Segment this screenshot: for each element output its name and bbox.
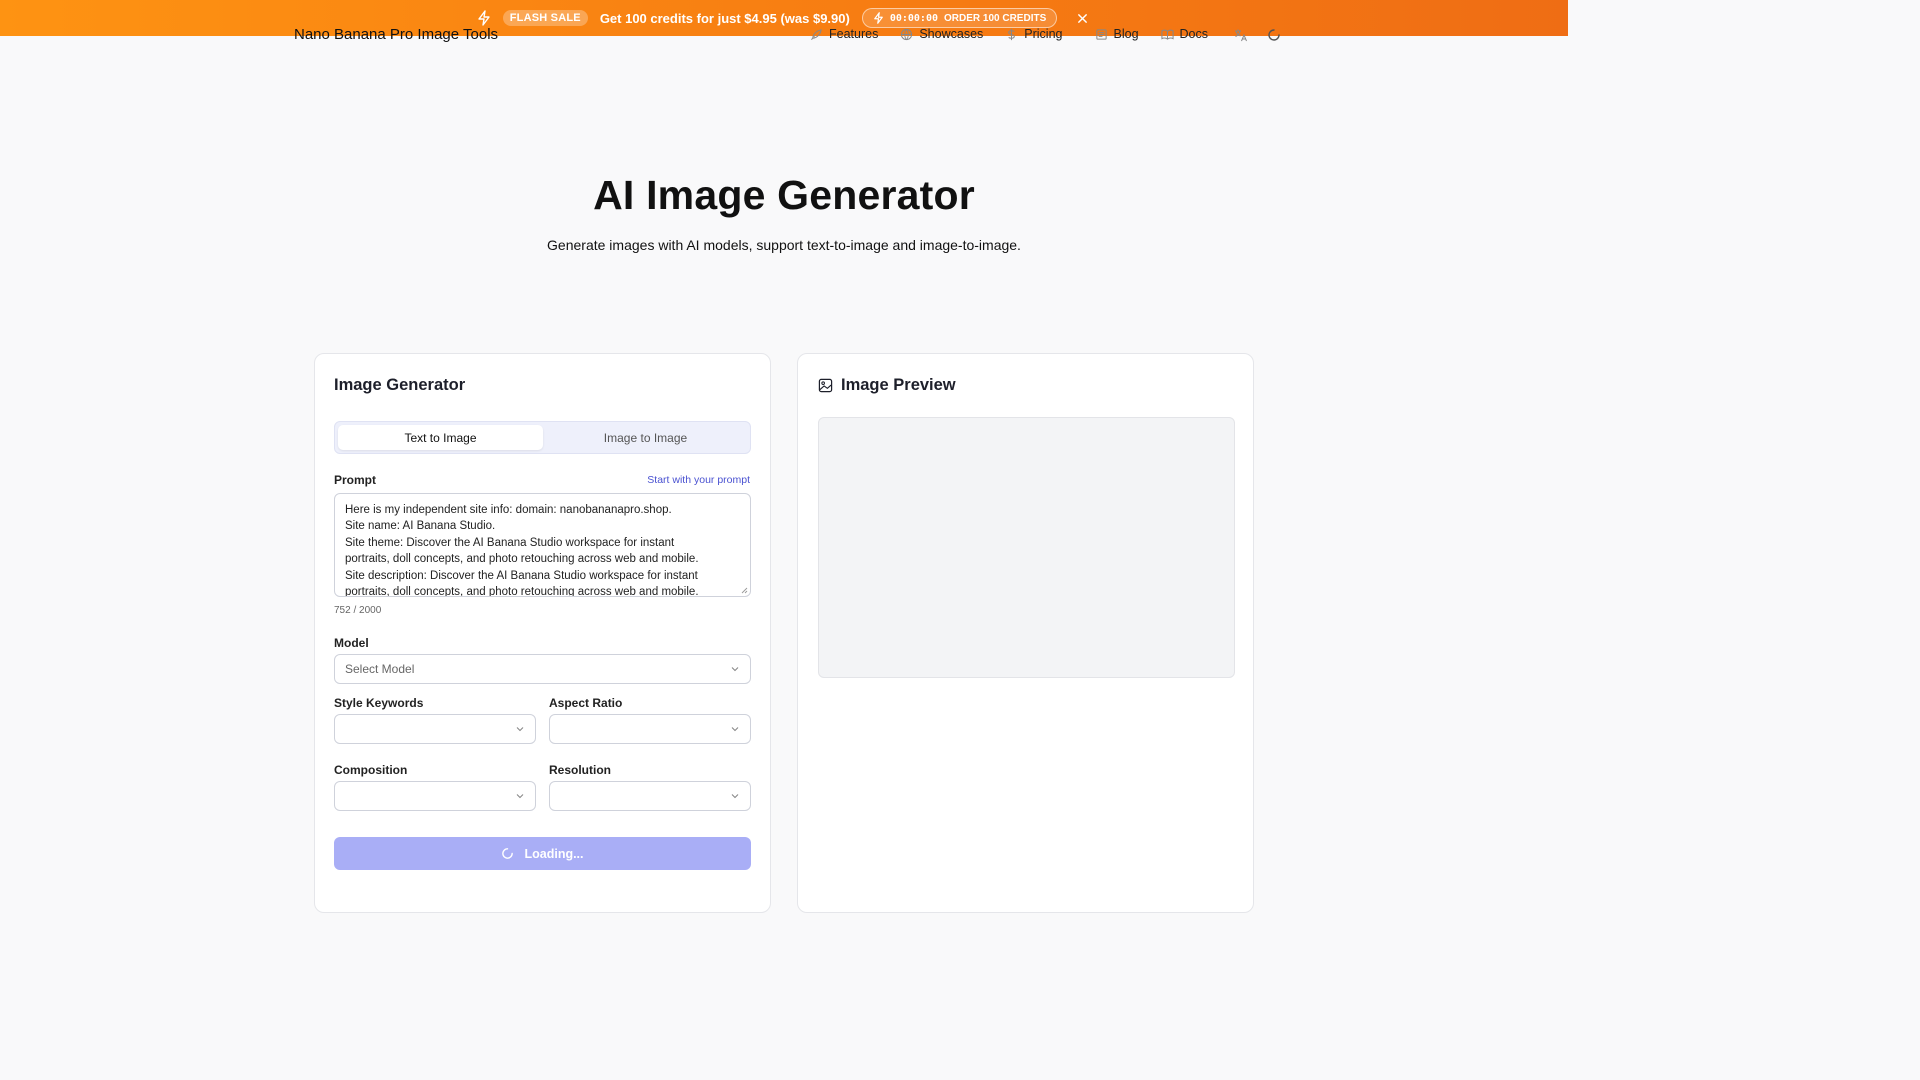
tab-image-to-image[interactable]: Image to Image xyxy=(543,425,748,450)
image-preview-area xyxy=(818,417,1235,678)
image-icon xyxy=(818,378,833,393)
resize-handle-icon[interactable] xyxy=(741,587,748,594)
promo-text: Get 100 credits for just $4.95 (was $9.9… xyxy=(599,10,850,26)
preview-header: Image Preview xyxy=(818,376,956,395)
globe-icon xyxy=(901,28,913,40)
book-icon xyxy=(1160,29,1174,40)
tab-text-to-image[interactable]: Text to Image xyxy=(338,425,543,450)
nav-pricing[interactable]: Pricing xyxy=(1005,27,1063,41)
mode-tabs: Text to Image Image to Image xyxy=(334,421,751,454)
dollar-icon xyxy=(1008,28,1016,40)
nav-label: Features xyxy=(829,27,879,41)
chevron-down-icon xyxy=(516,727,524,732)
model-label: Model xyxy=(334,636,369,650)
composition-label: Composition xyxy=(334,763,408,777)
prompt-line: Site theme: Discover the AI Banana Studi… xyxy=(345,536,675,549)
generator-title: Image Generator xyxy=(334,376,466,394)
style-keywords-select[interactable] xyxy=(334,714,536,744)
composition-select[interactable] xyxy=(334,781,536,811)
newspaper-icon xyxy=(1095,28,1107,40)
loading-spinner-icon[interactable] xyxy=(1267,28,1281,42)
order-credits-label: ORDER 100 CREDITS xyxy=(944,12,1047,24)
nav-label: Docs xyxy=(1179,27,1209,41)
page-title: AI Image Generator xyxy=(593,172,975,218)
translate-icon[interactable] xyxy=(1234,28,1248,42)
lightning-icon xyxy=(873,12,883,24)
nav-blog[interactable]: Blog xyxy=(1095,27,1139,41)
prompt-label: Prompt xyxy=(334,473,376,487)
chevron-down-icon xyxy=(516,794,524,799)
model-select-value: Select Model xyxy=(345,662,415,676)
nav-label: Pricing xyxy=(1024,27,1063,41)
site-title[interactable]: Nano Banana Pro Image Tools xyxy=(294,26,498,43)
style-keywords-label: Style Keywords xyxy=(334,696,424,710)
order-credits-button[interactable]: 00:00:00 ORDER 100 CREDITS xyxy=(861,8,1058,28)
flash-sale-badge: FLASH SALE xyxy=(502,10,588,26)
generate-button-label: Loading... xyxy=(524,846,584,861)
preview-title: Image Preview xyxy=(841,376,956,394)
nav-features[interactable]: Features xyxy=(810,27,878,41)
nav-label: Blog xyxy=(1113,27,1139,41)
rocket-icon xyxy=(811,28,822,40)
main-nav: Features Showcases Pricing Blog Docs xyxy=(810,27,1230,41)
image-preview-card: Image Preview xyxy=(797,353,1254,913)
lightning-icon xyxy=(477,10,491,26)
prompt-line: Here is my independent site info: domain… xyxy=(345,504,672,516)
prompt-line: Site name: AI Banana Studio. xyxy=(345,520,496,533)
nav-docs[interactable]: Docs xyxy=(1160,27,1209,41)
countdown-timer: 00:00:00 xyxy=(889,12,938,24)
nav-showcases[interactable]: Showcases xyxy=(900,27,983,41)
page-subtitle: Generate images with AI models, support … xyxy=(547,237,1021,253)
chevron-down-icon xyxy=(731,667,739,672)
prompt-line: portraits, doll concepts, and photo reto… xyxy=(345,553,699,566)
resolution-label: Resolution xyxy=(549,763,611,777)
start-with-prompt-link[interactable]: Start with your prompt xyxy=(647,474,750,486)
chevron-down-icon xyxy=(731,727,739,732)
generate-button[interactable]: Loading... xyxy=(334,837,751,870)
prompt-line: Site description: Discover the AI Banana… xyxy=(345,569,698,582)
chevron-down-icon xyxy=(731,794,739,799)
prompt-line: portraits, doll concepts, and photo reto… xyxy=(345,586,699,597)
promo-banner: FLASH SALE Get 100 credits for just $4.9… xyxy=(0,0,1568,36)
model-select[interactable]: Select Model xyxy=(334,654,751,684)
resolution-select[interactable] xyxy=(549,781,751,811)
close-icon[interactable] xyxy=(1073,9,1091,27)
loading-spinner-icon xyxy=(502,848,514,859)
aspect-ratio-label: Aspect Ratio xyxy=(549,696,623,710)
aspect-ratio-select[interactable] xyxy=(549,714,751,744)
prompt-textarea[interactable]: Here is my independent site info: domain… xyxy=(334,493,751,597)
image-generator-card: Image Generator Text to Image Image to I… xyxy=(314,353,771,913)
nav-label: Showcases xyxy=(919,27,984,41)
character-counter: 752 / 2000 xyxy=(334,605,382,616)
